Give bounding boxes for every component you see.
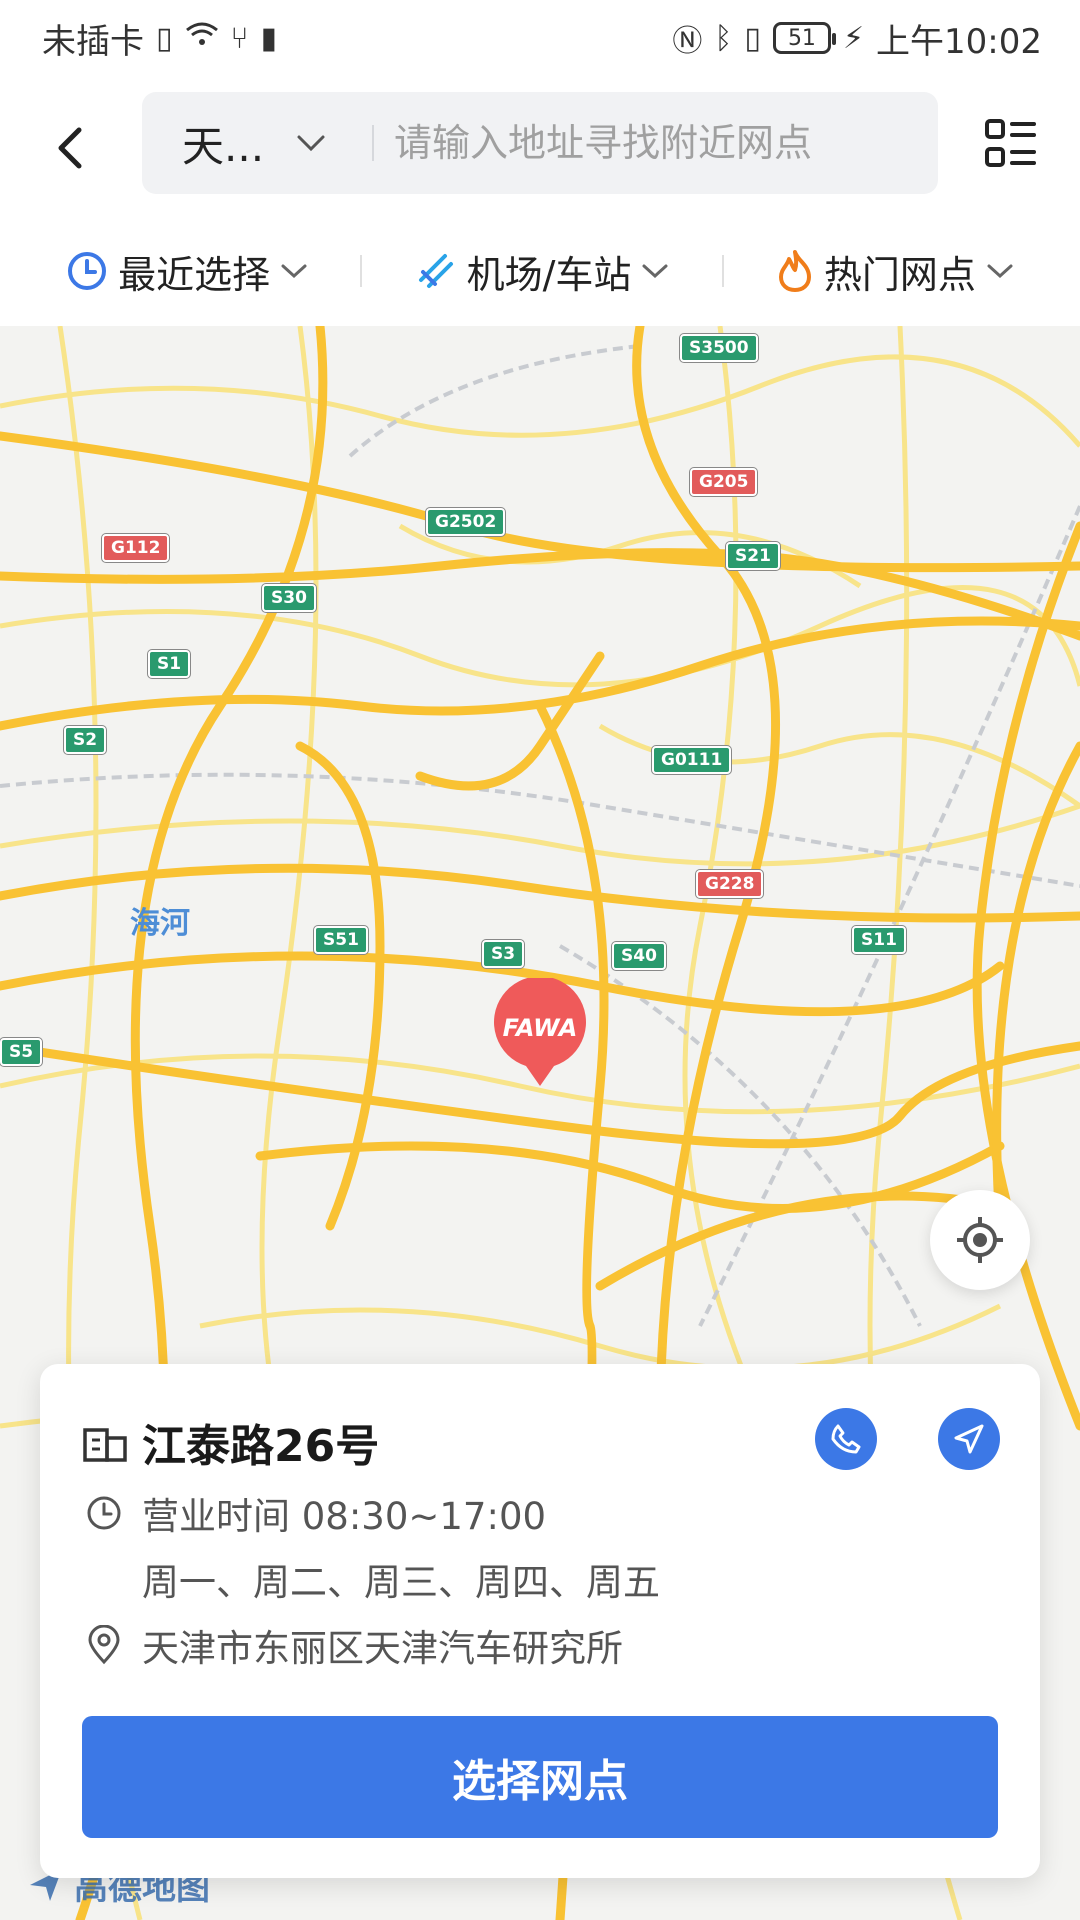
location-card: 江泰路26号 营业时间 08:30~17:00 周一、周二、周三、周四、周五 天… xyxy=(40,1364,1040,1878)
filter-recent-label: 最近选择 xyxy=(118,252,271,297)
building-icon xyxy=(83,1428,127,1462)
road-label: S30 xyxy=(262,584,316,612)
usb-icon: ⑂ xyxy=(230,20,249,56)
road-label: S3 xyxy=(482,940,525,968)
road-label: S3500 xyxy=(680,334,758,362)
status-right: Ⓝ ᛒ ▯ 51 ⚡ 上午10:02 xyxy=(672,14,1042,63)
road-label: S5 xyxy=(0,1038,43,1066)
list-icon xyxy=(985,119,1036,167)
clock-time: 上午10:02 xyxy=(876,21,1042,62)
business-hours: 营业时间 08:30~17:00 xyxy=(142,1495,547,1538)
plane-icon xyxy=(418,254,453,288)
vibrate-icon: ▯ xyxy=(744,20,761,56)
filter-bar: 最近选择 机场/车站 热门网点 xyxy=(0,216,1080,326)
nfc-icon: Ⓝ xyxy=(672,24,703,59)
days-row: 周一、周二、周三、周四、周五 xyxy=(86,1552,660,1606)
pin-logo-text: FAWA xyxy=(503,1014,578,1042)
business-days: 周一、周二、周三、周四、周五 xyxy=(142,1561,660,1604)
road-label: S21 xyxy=(726,542,780,570)
battery-level: 51 xyxy=(772,22,836,54)
road-label: G228 xyxy=(696,870,764,898)
chevron-down-icon xyxy=(987,264,1013,279)
address-text: 天津市东丽区天津汽车研究所 xyxy=(142,1627,623,1670)
list-view-button[interactable] xyxy=(984,118,1036,170)
wifi-icon xyxy=(185,20,219,56)
charging-icon: ⚡ xyxy=(842,20,865,56)
battery-alert-icon: ▮ xyxy=(260,20,278,56)
back-button[interactable] xyxy=(48,118,92,178)
status-left: 未插卡 ▯ ⑂ ▮ xyxy=(42,14,277,63)
filter-hot[interactable]: 热门网点 xyxy=(776,244,1014,299)
header: 天... xyxy=(0,76,1080,216)
chevron-down-icon xyxy=(281,264,307,279)
city-selector[interactable]: 天... xyxy=(142,92,372,194)
road-label: S2 xyxy=(64,726,107,754)
road-label: G2502 xyxy=(426,508,506,536)
status-bar: 未插卡 ▯ ⑂ ▮ Ⓝ ᛒ ▯ 51 ⚡ 上午10:02 xyxy=(0,0,1080,76)
clock-icon xyxy=(87,1496,121,1530)
filter-divider xyxy=(721,255,724,287)
location-pin-icon xyxy=(88,1625,120,1665)
filter-airport-label: 机场/车站 xyxy=(466,252,632,297)
city-name: 天... xyxy=(182,121,265,171)
road-label: G112 xyxy=(102,534,170,562)
filter-airport-station[interactable]: 机场/车站 xyxy=(415,244,670,299)
bluetooth-icon: ᛒ xyxy=(714,20,733,56)
phone-icon xyxy=(831,1424,861,1454)
flame-icon xyxy=(778,250,811,292)
select-outlet-button[interactable]: 选择网点 xyxy=(82,1716,998,1838)
map-place-label: 海河 xyxy=(130,906,190,941)
road-label: S11 xyxy=(852,926,906,954)
location-title: 江泰路26号 xyxy=(142,1421,380,1472)
location-pin[interactable]: FAWA xyxy=(490,976,590,1090)
hours-row: 营业时间 08:30~17:00 xyxy=(86,1486,546,1540)
road-label: S51 xyxy=(314,926,368,954)
road-label: G0111 xyxy=(652,746,732,774)
road-label: G205 xyxy=(690,468,758,496)
carrier-text: 未插卡 xyxy=(42,21,144,62)
navigate-button[interactable] xyxy=(938,1408,1000,1470)
locate-me-button[interactable] xyxy=(930,1190,1030,1290)
search-input[interactable] xyxy=(374,92,938,194)
road-label: S1 xyxy=(148,650,191,678)
crosshair-icon xyxy=(957,1217,1003,1263)
chevron-down-icon xyxy=(297,135,325,152)
search-box: 天... xyxy=(142,92,938,194)
road-label: S40 xyxy=(612,942,666,970)
call-button[interactable] xyxy=(815,1408,877,1470)
filter-hot-label: 热门网点 xyxy=(823,252,976,297)
filter-recent[interactable]: 最近选择 xyxy=(66,244,308,299)
card-title-row: 江泰路26号 xyxy=(82,1410,379,1474)
sim-alert-icon: ▯ xyxy=(156,20,173,56)
chevron-left-icon xyxy=(58,127,82,169)
clock-icon xyxy=(68,252,107,290)
chevron-down-icon xyxy=(642,264,668,279)
filter-divider xyxy=(360,255,363,287)
address-row: 天津市东丽区天津汽车研究所 xyxy=(86,1618,623,1672)
send-icon xyxy=(954,1424,984,1454)
